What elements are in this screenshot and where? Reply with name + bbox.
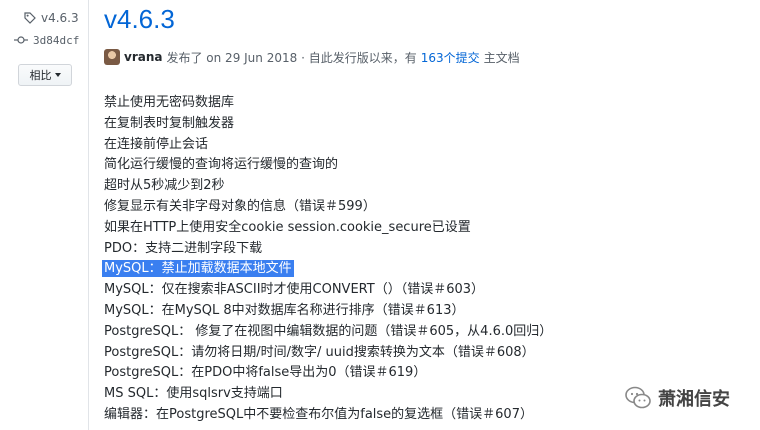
release-note-item: 超时从5秒减少到2秒 bbox=[104, 176, 554, 197]
author-link[interactable]: vrana bbox=[124, 50, 162, 64]
release-note-text: 在连接前停止会话 bbox=[104, 136, 209, 152]
release-note-text: PostgreSQL： 修复了在视图中编辑数据的问题（错误＃605，从4.6.0… bbox=[104, 323, 553, 339]
release-note-text: MySQL：在MySQL 8中对数据库名称进行排序（错误＃613） bbox=[104, 302, 465, 318]
release-note-text: MySQL：禁止加载数据本地文件 bbox=[102, 260, 294, 278]
release-notes: 禁止使用无密码数据库 在复制表时复制触发器 在连接前停止会话简化运行缓慢的查询将运行… bbox=[102, 93, 554, 426]
tag-icon bbox=[24, 12, 36, 24]
release-tag[interactable]: v4.6.3 bbox=[24, 10, 79, 26]
release-note-item: 在连接前停止会话 bbox=[104, 135, 554, 156]
release-note-text: PDO：支持二进制字段下载 bbox=[104, 240, 263, 256]
release-note-text: 修复显示有关非字母对象的信息（错误＃599） bbox=[104, 198, 376, 214]
release-note-item-selected: MySQL：禁止加载数据本地文件 bbox=[102, 259, 554, 280]
release-note-item: PDO：支持二进制字段下载 bbox=[104, 239, 554, 260]
release-note-item: PostgreSQL：在PDO中将false导出为0（错误＃619） bbox=[104, 363, 554, 384]
release-sidebar: v4.6.3 3d84dcf 相比 bbox=[0, 0, 88, 430]
release-commit[interactable]: 3d84dcf bbox=[14, 32, 79, 48]
release-meta: vrana 发布了 on 29 Jun 2018 · 自此发行版以来，有 163… bbox=[104, 48, 520, 66]
release-note-item: PostgreSQL：请勿将日期/时间/数字/ uuid搜索转换为文本（错误＃6… bbox=[104, 343, 554, 364]
avatar[interactable] bbox=[104, 49, 120, 65]
release-note-text: PostgreSQL：在PDO中将false导出为0（错误＃619） bbox=[104, 365, 427, 381]
release-note-item: 编辑器：在PostgreSQL中不要检查布尔值为false的复选框（错误＃607… bbox=[104, 405, 554, 426]
release-note-item: 如果在HTTP上使用安全cookie session.cookie_secure… bbox=[104, 218, 554, 239]
wechat-icon bbox=[625, 386, 651, 409]
release-note-text: 编辑器：在PostgreSQL中不要检查布尔值为false的复选框（错误＃607… bbox=[104, 406, 533, 422]
watermark: 萧湘信安 bbox=[624, 384, 730, 412]
release-title[interactable]: v4.6.3 bbox=[104, 4, 175, 35]
commit-hash: 3d84dcf bbox=[33, 33, 80, 47]
compare-button[interactable]: 相比 bbox=[18, 64, 72, 86]
git-commit-icon bbox=[14, 36, 28, 44]
release-note-item: MySQL：在MySQL 8中对数据库名称进行排序（错误＃613） bbox=[104, 301, 554, 322]
caret-down-icon bbox=[54, 73, 61, 77]
release-note-text: MySQL：仅在搜索非ASCII时才使用CONVERT（）（错误＃603） bbox=[104, 282, 485, 298]
release-note-text: PostgreSQL：请勿将日期/时间/数字/ uuid搜索转换为文本（错误＃6… bbox=[104, 344, 535, 360]
release-note-item: 修复显示有关非字母对象的信息（错误＃599） bbox=[104, 197, 554, 218]
commits-link[interactable]: 163个提交 bbox=[421, 49, 480, 66]
compare-button-label: 相比 bbox=[29, 69, 52, 82]
release-note-item: 禁止使用无密码数据库 bbox=[104, 93, 554, 114]
release-note-text: MS SQL：使用sqlsrv支持端口 bbox=[104, 386, 283, 402]
watermark-text: 萧湘信安 bbox=[658, 389, 730, 410]
commits-suffix: 主文档 bbox=[483, 50, 520, 65]
release-note-item: 在复制表时复制触发器 bbox=[104, 114, 554, 135]
column-divider bbox=[88, 0, 89, 430]
release-note-item: MySQL：仅在搜索非ASCII时才使用CONVERT（）（错误＃603） bbox=[104, 280, 554, 301]
release-note-text: 如果在HTTP上使用安全cookie session.cookie_secure… bbox=[104, 219, 471, 235]
release-note-text: 禁止使用无密码数据库 bbox=[104, 95, 235, 110]
release-note-text: 在复制表时复制触发器 bbox=[104, 115, 235, 131]
release-note-item: MS SQL：使用sqlsrv支持端口 bbox=[104, 384, 554, 405]
tag-label: v4.6.3 bbox=[41, 11, 79, 25]
release-note-text: 简化运行缓慢的查询将运行缓慢的查询的 bbox=[104, 157, 339, 173]
release-note-text: 超时从5秒减少到2秒 bbox=[104, 178, 225, 194]
published-text: 发布了 on 29 Jun 2018 · 自此发行版以来，有 bbox=[166, 50, 417, 65]
release-note-item: PostgreSQL： 修复了在视图中编辑数据的问题（错误＃605，从4.6.0… bbox=[104, 322, 554, 343]
release-note-item: 简化运行缓慢的查询将运行缓慢的查询的 bbox=[104, 155, 554, 176]
